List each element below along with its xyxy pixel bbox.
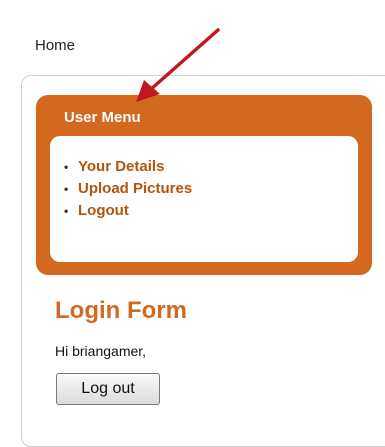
bullet-icon: • — [64, 182, 69, 196]
your-details-link[interactable]: Your Details — [78, 156, 164, 178]
user-menu-box: User Menu • Your Details • Upload Pictur… — [36, 95, 372, 275]
logout-link[interactable]: Logout — [78, 200, 129, 222]
login-form-title: Login Form — [55, 297, 187, 324]
upload-pictures-link[interactable]: Upload Pictures — [78, 178, 192, 200]
user-menu-list: • Your Details • Upload Pictures • Logou… — [64, 156, 192, 222]
user-menu-item-upload-pictures: • Upload Pictures — [64, 178, 192, 200]
home-link[interactable]: Home — [35, 37, 75, 54]
user-menu-list-container: • Your Details • Upload Pictures • Logou… — [50, 136, 358, 262]
user-menu-item-logout: • Logout — [64, 200, 192, 222]
bullet-icon: • — [64, 204, 69, 218]
user-menu-item-your-details: • Your Details — [64, 156, 192, 178]
log-out-button[interactable]: Log out — [56, 373, 160, 405]
greeting-text: Hi briangamer, — [55, 343, 147, 359]
bullet-icon: • — [64, 160, 69, 174]
red-arrow-icon — [136, 28, 220, 102]
